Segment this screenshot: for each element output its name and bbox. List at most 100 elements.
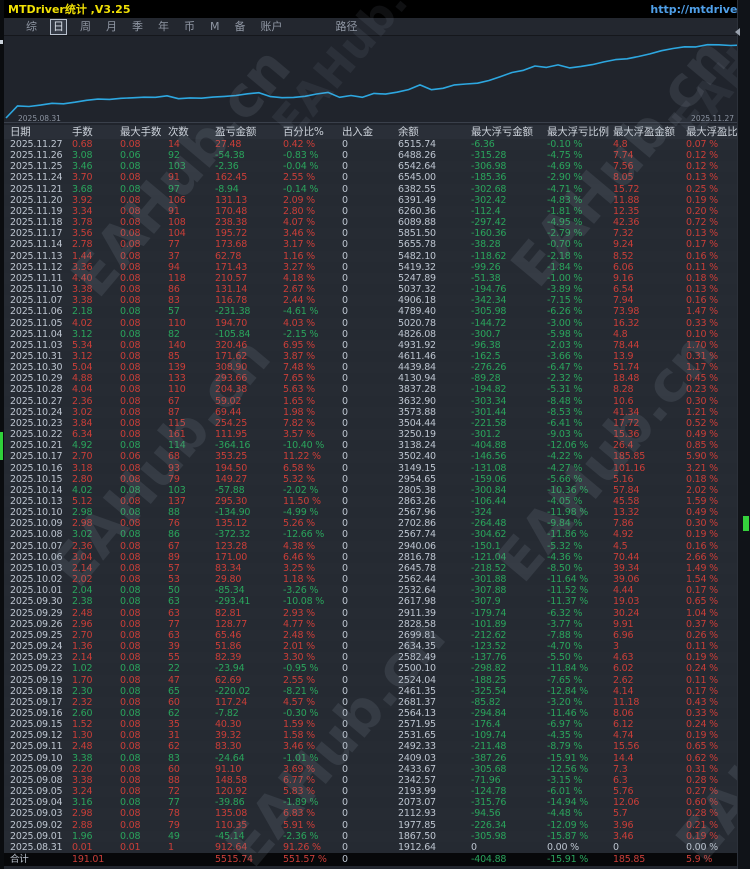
header-deposit[interactable]: 出入金 [342, 125, 398, 139]
table-row[interactable]: 2025.09.11 2.48 0.08 62 83.30 3.46 % 0 2492.33 -… [0, 741, 750, 753]
table-row[interactable]: 2025.10.15 2.80 0.08 79 149.27 5.32 % 0 2954.65… [0, 473, 750, 485]
header-percent[interactable]: 百分比% [283, 125, 342, 139]
table-row[interactable]: 2025.09.23 2.14 0.08 55 82.39 3.30 % 0 2582.49 -… [0, 652, 750, 664]
table-row[interactable]: 2025.09.04 3.16 0.08 77 -39.86 -1.89 % 0 2073.0… [0, 797, 750, 809]
toolbar-item-月[interactable]: 月 [104, 20, 119, 34]
table-row[interactable]: 2025.10.09 2.98 0.08 76 135.12 5.26 % 0 2702.86… [0, 518, 750, 530]
cell-balance: 3837.28 [398, 384, 436, 396]
table-row[interactable]: 2025.08.31 0.01 0.01 1 912.64 91.26 % 0 1912.64… [0, 841, 750, 853]
cell-lots: 2.98 [72, 518, 93, 530]
table-row[interactable]: 2025.10.14 4.02 0.08 103 -57.88 -2.02 % 0 2805.… [0, 484, 750, 496]
table-row[interactable]: 2025.11.27 0.68 0.08 14 27.48 0.42 % 0 6515.74 -… [0, 139, 750, 151]
equity-chart: 2025.08.31 2025.11.27 [0, 36, 750, 125]
table-row[interactable]: 2025.11.03 5.34 0.08 140 320.46 6.95 % 0 4931.9… [0, 339, 750, 351]
toolbar-item-币[interactable]: 币 [182, 20, 197, 34]
table-row[interactable]: 2025.11.21 3.68 0.08 97 -8.94 -0.14 % 0 6382.55… [0, 183, 750, 195]
table-row[interactable]: 2025.09.02 2.88 0.08 79 110.35 5.91 % 0 1977.85… [0, 819, 750, 831]
table-row[interactable]: 2025.10.06 3.04 0.08 89 171.00 6.46 % 0 2816.78… [0, 551, 750, 563]
table-row[interactable]: 2025.11.20 3.92 0.08 106 131.13 2.09 % 0 6391.4… [0, 194, 750, 206]
table-row[interactable]: 2025.10.08 3.02 0.08 86 -372.32 -12.66 % 0 2567… [0, 529, 750, 541]
table-row[interactable]: 2025.09.19 1.70 0.08 47 62.69 2.55 % 0 2524.04 -… [0, 674, 750, 686]
table-row[interactable]: 2025.10.21 4.92 0.08 114 -364.16 -10.40 % 0 313… [0, 440, 750, 452]
scroll-arrow-icon[interactable] [735, 28, 740, 36]
table-row[interactable]: 2025.10.03 2.14 0.08 57 83.34 3.25 % 0 2645.78 -… [0, 562, 750, 575]
table-row[interactable]: 2025.09.08 3.38 0.08 88 148.58 6.77 % 0 2342.57… [0, 774, 750, 787]
table-row[interactable]: 2025.10.02 2.02 0.08 53 29.80 1.18 % 0 2562.44 -… [0, 574, 750, 586]
table-row[interactable]: 2025.11.14 2.78 0.08 77 173.68 3.17 % 0 5655.78… [0, 239, 750, 251]
table-row[interactable]: 2025.11.24 3.70 0.08 91 162.45 2.55 % 0 6545.00… [0, 172, 750, 184]
toolbar-item-年[interactable]: 年 [156, 20, 171, 34]
header-trades[interactable]: 次数 [168, 125, 215, 139]
table-row[interactable]: 2025.09.29 2.48 0.08 63 82.81 2.93 % 0 2911.39 -… [0, 607, 750, 619]
header-max-float-loss[interactable]: 最大浮亏金额 [471, 125, 547, 139]
toolbar-item-季[interactable]: 季 [130, 20, 145, 34]
table-row[interactable]: 2025.09.24 1.36 0.08 39 51.86 2.01 % 0 2634.35 -… [0, 641, 750, 653]
vertical-scrollbar[interactable] [737, 0, 750, 869]
table-row[interactable]: 2025.10.31 3.12 0.08 85 171.62 3.87 % 0 4611.46… [0, 350, 750, 363]
table-row[interactable]: 2025.09.12 1.30 0.08 31 39.32 1.58 % 0 2531.65 -… [0, 730, 750, 742]
table-row[interactable]: 2025.11.10 3.38 0.08 86 131.14 2.67 % 0 5037.32… [0, 284, 750, 296]
toolbar-item-path[interactable]: 路径 [334, 20, 360, 34]
toolbar-item-周[interactable]: 周 [78, 20, 93, 34]
cell-deposit: 0 [342, 585, 348, 597]
header-lots[interactable]: 手数 [72, 125, 120, 139]
app-url-link[interactable]: http://mtdriver.c [650, 3, 750, 16]
table-row[interactable]: 2025.11.06 2.18 0.08 57 -231.38 -4.61 % 0 4789.… [0, 306, 750, 318]
table-row[interactable]: 2025.09.17 2.32 0.08 60 117.24 4.57 % 0 2681.37… [0, 696, 750, 708]
table-row[interactable]: 2025.10.30 5.04 0.08 139 308.90 7.48 % 0 4439.8… [0, 362, 750, 374]
table-row[interactable]: 2025.11.12 3.36 0.08 94 171.43 3.27 % 0 5419.32… [0, 261, 750, 273]
cell-max-lots: 0.08 [120, 284, 141, 296]
cell-lots: 2.60 [72, 707, 93, 719]
table-row[interactable]: 2025.11.18 3.78 0.08 108 238.38 4.07 % 0 6089.8… [0, 217, 750, 229]
table-row[interactable]: 2025.10.23 3.84 0.08 115 254.25 7.82 % 0 3504.4… [0, 417, 750, 430]
toolbar-item-综[interactable]: 综 [24, 20, 39, 34]
table-row[interactable]: 2025.10.16 3.18 0.08 93 194.50 6.58 % 0 3149.15… [0, 462, 750, 474]
table-row[interactable]: 2025.10.10 2.98 0.08 88 -134.90 -4.99 % 0 2567.… [0, 507, 750, 519]
table-row[interactable]: 2025.09.25 2.70 0.08 63 65.46 2.48 % 0 2699.81 -… [0, 629, 750, 642]
toolbar-item-备[interactable]: 备 [233, 20, 248, 34]
table-row[interactable]: 2025.11.19 3.34 0.08 91 170.48 2.80 % 0 6260.36… [0, 205, 750, 218]
table-row[interactable]: 2025.11.13 1.44 0.08 37 62.78 1.16 % 0 5482.10 -… [0, 250, 750, 262]
table-row[interactable]: 2025.09.30 2.38 0.08 63 -293.41 -10.08 % 0 2617… [0, 596, 750, 608]
table-row[interactable]: 2025.11.05 4.02 0.08 110 194.70 4.03 % 0 5020.7… [0, 317, 750, 329]
scrollbar-green-marker[interactable] [743, 516, 749, 531]
table-row[interactable]: 2025.09.03 2.98 0.08 78 135.08 6.83 % 0 2112.93… [0, 808, 750, 820]
table-row[interactable]: 2025.11.17 3.56 0.08 104 195.72 3.46 % 0 5851.5… [0, 228, 750, 240]
table-row[interactable]: 2025.09.22 1.02 0.08 22 -23.94 -0.95 % 0 2500.1… [0, 663, 750, 675]
table-row[interactable]: 2025.10.28 4.04 0.08 110 204.38 5.63 % 0 3837.2… [0, 384, 750, 396]
table-row[interactable]: 2025.10.07 2.36 0.08 67 123.28 4.38 % 0 2940.06… [0, 540, 750, 552]
table-row[interactable]: 2025.09.26 2.96 0.08 77 128.77 4.77 % 0 2828.58… [0, 618, 750, 630]
table-row[interactable]: 2025.10.24 3.02 0.08 87 69.44 1.98 % 0 3573.88 -… [0, 406, 750, 418]
table-row[interactable]: 2025.09.15 1.52 0.08 35 40.30 1.59 % 0 2571.95 -… [0, 719, 750, 731]
table-row[interactable]: 2025.11.07 3.38 0.08 83 116.78 2.44 % 0 4906.18… [0, 295, 750, 307]
table-row[interactable]: 2025.09.09 2.20 0.08 60 91.10 3.69 % 0 2433.67 -… [0, 763, 750, 775]
header-max-float-profit[interactable]: 最大浮盈金额 [613, 125, 686, 139]
table-row[interactable]: 2025.11.26 3.08 0.06 92 -54.38 -0.83 % 0 6488.2… [0, 150, 750, 162]
table-row[interactable]: 2025.09.01 1.96 0.08 49 -45.14 -2.36 % 0 1867.5… [0, 830, 750, 842]
toolbar-item-M[interactable]: M [208, 20, 222, 34]
cell-profit: 83.34 [215, 562, 242, 574]
header-balance[interactable]: 余额 [398, 125, 471, 139]
table-row[interactable]: 2025.11.11 4.40 0.08 118 210.57 4.18 % 0 5247.8… [0, 272, 750, 285]
header-profit[interactable]: 盈亏金额 [215, 125, 283, 139]
cell-max-float-loss-pct: -12.56 % [547, 763, 589, 775]
table-row[interactable]: 2025.09.05 3.24 0.08 72 120.92 5.83 % 0 2193.99… [0, 786, 750, 798]
table-row[interactable]: 2025.10.13 5.12 0.08 137 295.30 11.50 % 0 2863.… [0, 496, 750, 508]
table-row[interactable]: 2025.11.25 3.46 0.08 103 -2.36 -0.04 % 0 6542.6… [0, 161, 750, 173]
table-row[interactable]: 2025.10.29 4.88 0.08 133 293.66 7.65 % 0 4130.9… [0, 373, 750, 385]
table-row[interactable]: 2025.10.22 6.34 0.08 161 111.95 3.57 % 0 3250.1… [0, 429, 750, 441]
table-row[interactable]: 2025.11.04 3.12 0.08 82 -105.84 -2.15 % 0 4826.… [0, 328, 750, 340]
header-max-lots[interactable]: 最大手数 [120, 125, 168, 139]
toolbar-item-日[interactable]: 日 [50, 18, 67, 35]
table-row[interactable]: 2025.10.01 2.04 0.08 50 -85.34 -3.26 % 0 2532.6… [0, 585, 750, 597]
table-row[interactable]: 2025.10.27 2.36 0.08 67 59.02 1.65 % 0 3632.90 -… [0, 395, 750, 407]
table-row[interactable]: 2025.10.17 2.70 0.06 68 353.25 11.22 % 0 3502.4… [0, 451, 750, 463]
toolbar-item-账户[interactable]: 账户 [259, 20, 285, 34]
table-row-total[interactable]: 合计 191.01 5515.74 551.57 % 0 -404.88 -15.91 % 1… [0, 853, 750, 866]
table-row[interactable]: 2025.09.18 2.30 0.08 65 -220.02 -8.21 % 0 2461.… [0, 685, 750, 697]
header-max-float-loss-pct[interactable]: 最大浮亏比例 [547, 125, 613, 139]
table-row[interactable]: 2025.09.16 2.60 0.08 62 -7.82 -0.30 % 0 2564.13… [0, 707, 750, 720]
header-date[interactable]: 日期 [10, 125, 72, 139]
cell-trades: 103 [168, 161, 186, 173]
table-row[interactable]: 2025.09.10 3.38 0.08 83 -24.64 -1.01 % 0 2409.0… [0, 752, 750, 764]
